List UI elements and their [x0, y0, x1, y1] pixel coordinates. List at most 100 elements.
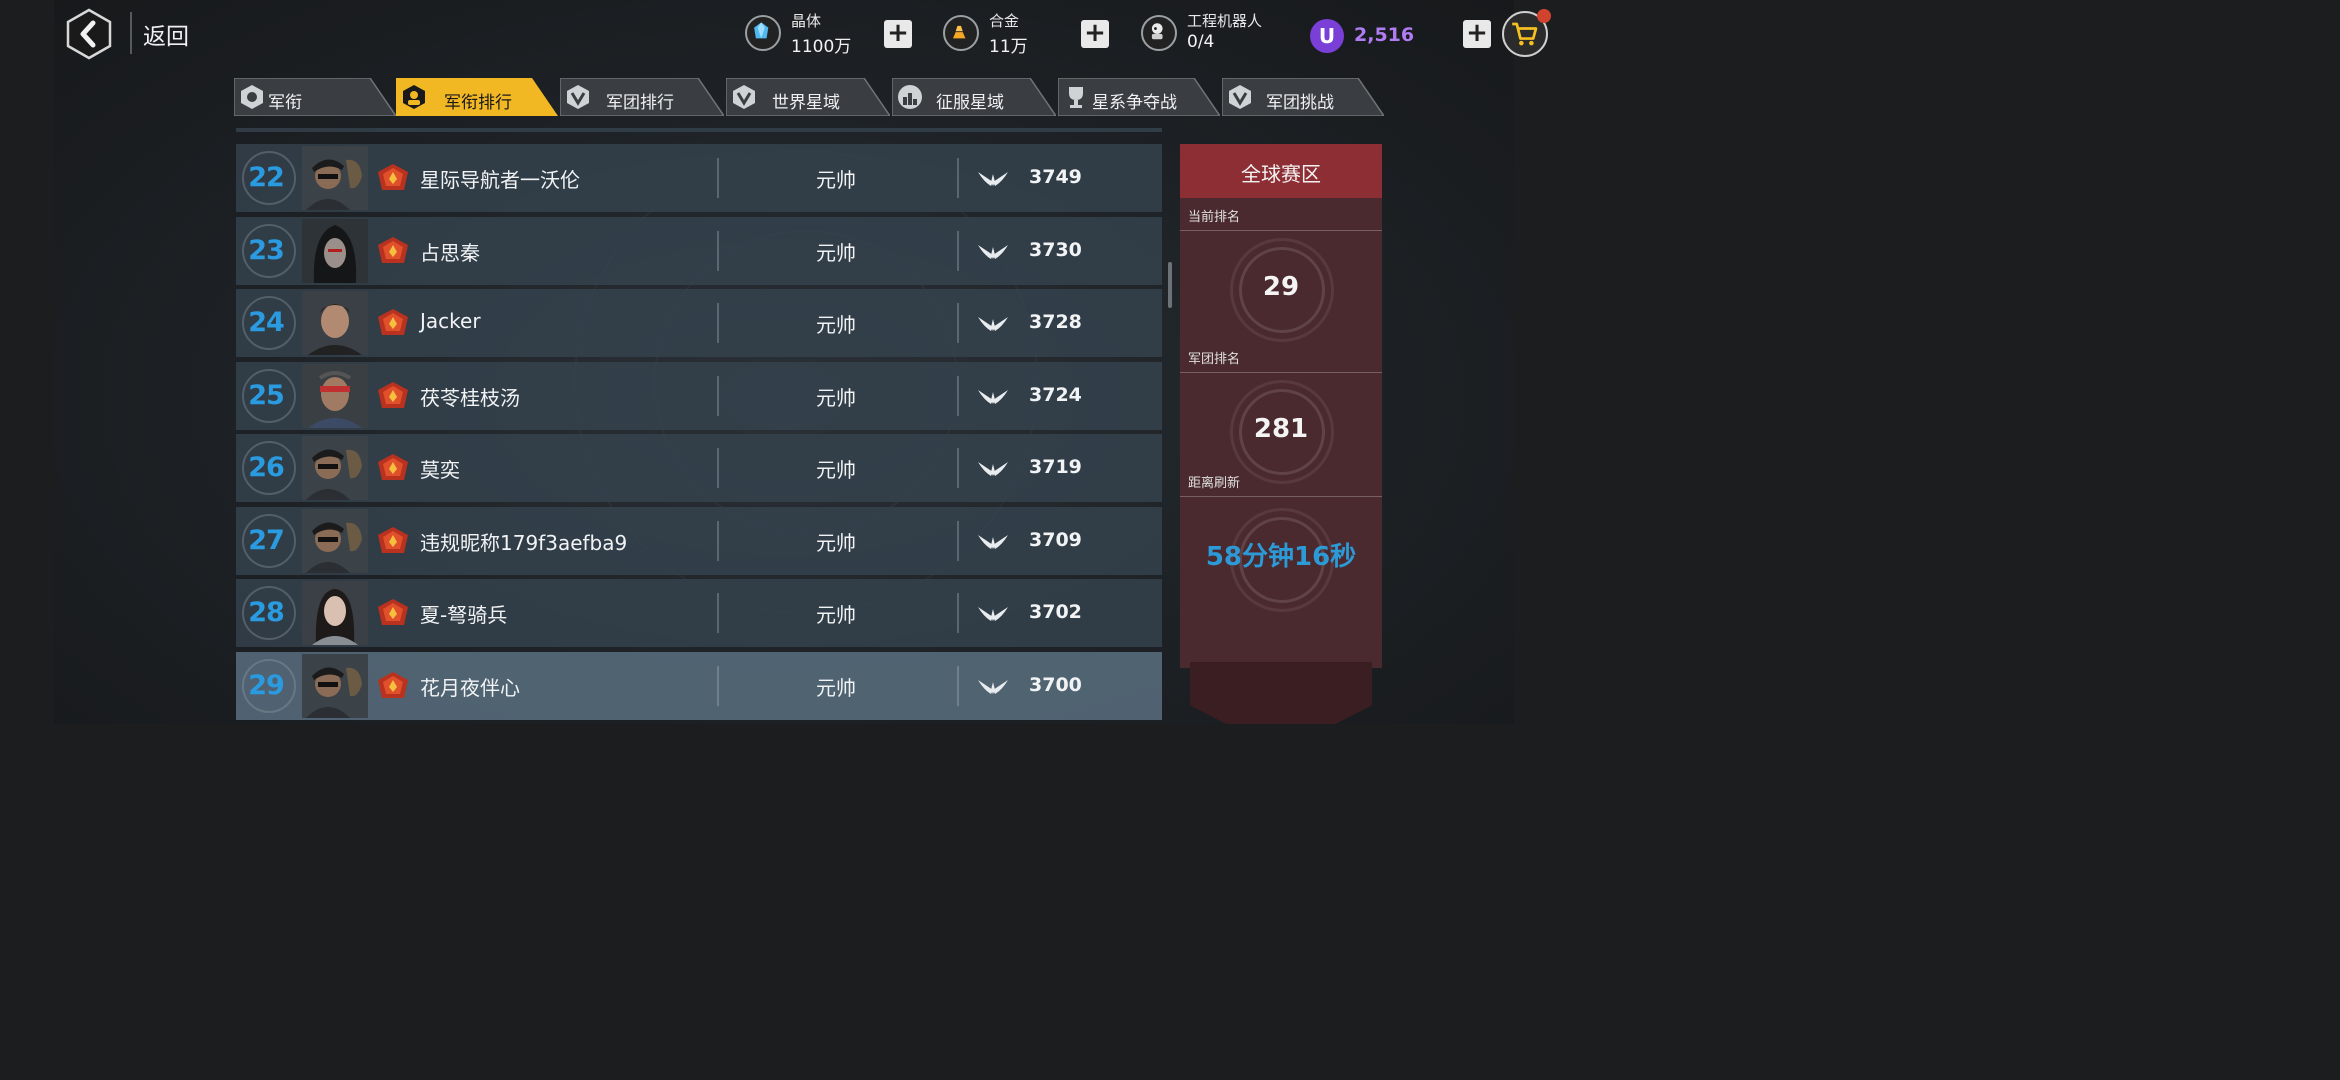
tab-legion-ranking[interactable]: 军团排行 [560, 78, 724, 116]
player-name: 茯苓桂枝汤 [420, 385, 520, 410]
column-divider [717, 593, 719, 633]
podium-icon [898, 85, 922, 109]
tab-label: 军团挑战 [1266, 93, 1334, 113]
player-avatar[interactable] [302, 363, 368, 428]
ranking-row[interactable]: 27 违规昵称179f3aefba9 元帅 3709 [236, 506, 1162, 575]
player-avatar[interactable] [302, 218, 368, 283]
military-rank-badge-icon [378, 526, 408, 553]
player-name: Jacker [420, 309, 481, 333]
ranking-row[interactable]: 29 花月夜伴心 元帅 3700 [236, 651, 1162, 720]
player-avatar[interactable] [302, 508, 368, 573]
player-avatar[interactable] [302, 581, 368, 645]
shop-cart-button[interactable] [1502, 9, 1551, 57]
rank-number: 26 [248, 452, 285, 483]
refresh-countdown: 58分钟16秒 [1205, 542, 1357, 572]
wings-icon [978, 317, 1008, 331]
world-emblem-icon [733, 85, 755, 109]
ranking-row-partial [236, 128, 1162, 132]
add-alloy-button[interactable]: + [1081, 20, 1109, 48]
player-avatar[interactable] [302, 146, 368, 210]
military-title: 元帅 [816, 313, 856, 337]
rank-points: 3700 [1029, 673, 1082, 696]
list-scrollbar[interactable] [1168, 262, 1172, 308]
divider [1180, 230, 1382, 231]
military-rank-badge-icon [378, 599, 408, 625]
global-zone-panel: 全球赛区 当前排名 29 军团排名 281 距离刷新 58分钟16秒 [1180, 132, 1382, 724]
ranking-row[interactable]: 25 茯苓桂枝汤 元帅 3724 [236, 361, 1162, 430]
column-divider [717, 158, 719, 198]
resource-value: 0/4 [1187, 32, 1215, 52]
legion-rank-value: 281 [1253, 414, 1309, 444]
resource-name: 工程机器人 [1187, 12, 1263, 30]
tab-label: 军团排行 [606, 93, 674, 113]
column-divider [717, 520, 719, 561]
ranking-row[interactable]: 23 占思秦 元帅 3730 [236, 216, 1162, 285]
panel-header: 全球赛区 [1180, 144, 1382, 198]
wings-icon [978, 534, 1008, 549]
military-rank-badge-icon [378, 164, 408, 190]
ranking-row[interactable]: 28 夏-弩骑兵 元帅 3702 [236, 579, 1162, 647]
column-divider [717, 448, 719, 488]
player-avatar[interactable] [302, 653, 368, 718]
military-title: 元帅 [816, 458, 856, 482]
tab-legion-challenge[interactable]: 军团挑战 [1222, 78, 1384, 116]
rank-points: 3702 [1029, 601, 1082, 623]
wings-icon [978, 244, 1008, 259]
column-divider [717, 230, 719, 271]
rank-points: 3749 [1029, 166, 1082, 188]
tab-label: 星系争夺战 [1092, 93, 1177, 113]
resource-value: 11万 [989, 37, 1028, 57]
military-title: 元帅 [816, 168, 856, 192]
tab-rank-ranking[interactable]: 军衔排行 [396, 78, 558, 116]
column-divider [957, 593, 959, 633]
column-divider [717, 303, 719, 343]
wings-icon [978, 389, 1008, 404]
ranking-row[interactable]: 26 莫奕 元帅 3719 [236, 434, 1162, 502]
rank-points: 3730 [1029, 238, 1082, 261]
ranking-row[interactable]: 24 Jacker 元帅 3728 [236, 289, 1162, 357]
back-label[interactable]: 返回 [143, 17, 189, 51]
military-title: 元帅 [816, 240, 856, 265]
legion-emblem-icon [567, 85, 589, 109]
rank-points: 3728 [1029, 311, 1082, 333]
tab-rank[interactable]: 军衔 [234, 78, 396, 116]
column-divider [957, 448, 959, 488]
crystal-icon [745, 15, 781, 51]
panel-footer-decoration [1190, 662, 1372, 724]
notification-dot [1537, 9, 1551, 23]
premium-currency-icon: U [1310, 19, 1344, 53]
rank-points: 3724 [1029, 383, 1082, 406]
header-divider [130, 12, 132, 54]
rank-number: 23 [248, 234, 285, 266]
wings-icon [978, 679, 1008, 694]
wings-icon [978, 462, 1008, 476]
column-divider [957, 303, 959, 343]
rank-points: 3719 [1029, 456, 1082, 478]
rank-number: 27 [248, 524, 285, 556]
tab-world-starfield[interactable]: 世界星域 [726, 78, 890, 116]
back-button[interactable] [66, 8, 112, 60]
ranking-row[interactable]: 22 星际导航者一沃伦 元帅 3749 [236, 144, 1162, 212]
rank-points: 3709 [1029, 528, 1082, 551]
tab-label: 征服星域 [936, 93, 1004, 113]
trophy-icon [1069, 87, 1083, 108]
ranking-list[interactable]: 22 星际导航者一沃伦 元帅 3749 23 占思秦 元帅 3730 24 Jacker 元帅 372… [236, 128, 1162, 724]
panel-body: 当前排名 29 军团排名 281 距离刷新 58分钟16秒 [1180, 198, 1382, 668]
tab-conquer-starfield[interactable]: 征服星域 [892, 78, 1056, 116]
military-rank-badge-icon [378, 236, 408, 263]
military-rank-badge-icon [378, 381, 408, 408]
player-avatar[interactable] [302, 291, 368, 355]
tab-galaxy-battle[interactable]: 星系争夺战 [1058, 78, 1220, 116]
player-name: 花月夜伴心 [420, 675, 520, 700]
add-premium-button[interactable]: + [1463, 20, 1491, 48]
column-divider [957, 230, 959, 271]
military-rank-badge-icon [378, 309, 408, 335]
player-avatar[interactable] [302, 436, 368, 500]
add-crystal-button[interactable]: + [884, 20, 912, 48]
player-name: 夏-弩骑兵 [420, 603, 508, 627]
current-rank-value: 29 [1262, 272, 1300, 302]
player-name: 莫奕 [420, 458, 460, 482]
tab-label: 军衔排行 [444, 93, 512, 113]
resource-name: 晶体 [791, 12, 822, 30]
users-ranking-icon [403, 85, 425, 109]
